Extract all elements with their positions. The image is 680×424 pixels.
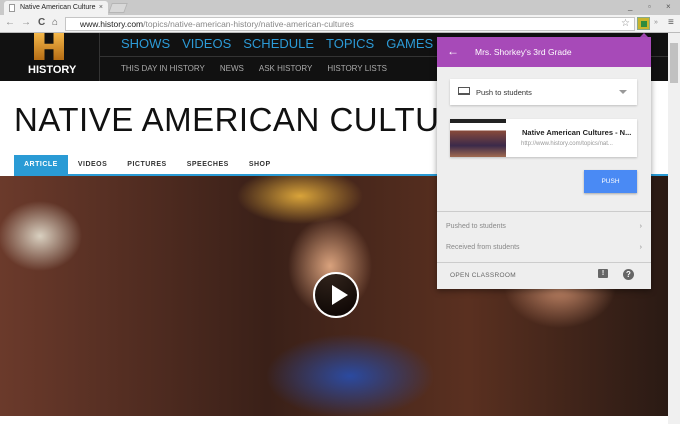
divider xyxy=(437,262,651,263)
star-icon[interactable]: ☆ xyxy=(621,18,630,29)
minimize-button[interactable]: _ xyxy=(628,2,632,11)
play-button[interactable] xyxy=(313,272,359,318)
card-url: http://www.history.com/topics/nat... xyxy=(521,141,613,147)
nav-schedule[interactable]: SCHEDULE xyxy=(243,36,314,51)
pushed-to-students-link[interactable]: Pushed to students › xyxy=(446,223,642,230)
main-nav: SHOWS VIDEOS SCHEDULE TOPICS GAMES xyxy=(121,36,445,51)
open-classroom-link[interactable]: OPEN CLASSROOM xyxy=(450,272,516,279)
tab-strip: Native American Culture × _ ▫ × xyxy=(0,0,680,15)
class-name: Mrs. Shorkey's 3rd Grade xyxy=(475,47,572,57)
action-select-value: Push to students xyxy=(476,88,532,97)
nav-history-lists[interactable]: HISTORY LISTS xyxy=(327,64,387,73)
feedback-icon[interactable]: ! xyxy=(598,269,608,278)
nav-games[interactable]: GAMES xyxy=(386,36,433,51)
tab-videos[interactable]: VIDEOS xyxy=(68,155,117,175)
nav-news[interactable]: NEWS xyxy=(220,64,244,73)
action-select[interactable]: Push to students xyxy=(450,79,637,105)
tab-speeches[interactable]: SPEECHES xyxy=(177,155,239,175)
restore-button[interactable]: ▫ xyxy=(648,2,651,11)
history-logo[interactable]: HISTORY xyxy=(0,33,100,81)
dropdown-arrow-icon xyxy=(619,90,627,94)
nav-this-day[interactable]: THIS DAY IN HISTORY xyxy=(121,64,205,73)
play-icon xyxy=(332,285,348,305)
logo-text: HISTORY xyxy=(28,64,77,76)
link-label: Pushed to students xyxy=(446,223,506,230)
content-tabs: ARTICLE VIDEOS PICTURES SPEECHES SHOP xyxy=(14,155,281,175)
push-button[interactable]: PUSH xyxy=(584,170,637,193)
page-thumbnail xyxy=(450,119,506,157)
nav-topics[interactable]: TOPICS xyxy=(326,36,374,51)
url-path: /topics/native-american-history/native-a… xyxy=(143,19,354,29)
tab-article[interactable]: ARTICLE xyxy=(14,155,68,175)
popup-header: ← Mrs. Shorkey's 3rd Grade xyxy=(437,37,651,67)
laptop-icon xyxy=(458,87,470,95)
browser-toolbar: ← → C ⌂ www.history.com/topics/native-am… xyxy=(0,15,680,33)
close-tab-icon[interactable]: × xyxy=(99,4,103,11)
browser-tab[interactable]: Native American Culture × xyxy=(4,1,108,15)
link-label: Received from students xyxy=(446,244,520,251)
card-title: Native American Cultures - N... xyxy=(522,128,632,137)
more-extensions-icon[interactable]: » xyxy=(654,19,658,26)
nav-videos[interactable]: VIDEOS xyxy=(182,36,231,51)
nav-shows[interactable]: SHOWS xyxy=(121,36,170,51)
reload-button[interactable]: C xyxy=(38,17,45,28)
received-from-students-link[interactable]: Received from students › xyxy=(446,244,642,251)
home-button[interactable]: ⌂ xyxy=(52,17,58,28)
back-arrow-icon[interactable]: ← xyxy=(447,44,459,58)
chevron-right-icon: › xyxy=(639,244,642,251)
new-tab-button[interactable] xyxy=(108,3,128,13)
address-bar[interactable]: www.history.com/topics/native-american-h… xyxy=(65,17,635,31)
forward-button[interactable]: → xyxy=(21,17,31,28)
tab-title: Native American Culture xyxy=(20,4,96,11)
back-button[interactable]: ← xyxy=(5,17,15,28)
close-window-button[interactable]: × xyxy=(666,2,671,11)
page-preview-card: Native American Cultures - N... http://w… xyxy=(450,119,637,157)
tab-pictures[interactable]: PICTURES xyxy=(117,155,176,175)
page-title: NATIVE AMERICAN CULTURES xyxy=(14,101,509,138)
page-bottom xyxy=(0,416,668,424)
chevron-right-icon: › xyxy=(639,223,642,230)
scrollbar-thumb[interactable] xyxy=(670,43,678,83)
sub-nav: THIS DAY IN HISTORY NEWS ASK HISTORY HISTOR… xyxy=(121,64,402,73)
share-to-classroom-popup: ← Mrs. Shorkey's 3rd Grade Push to stude… xyxy=(437,37,651,289)
page-icon xyxy=(9,4,15,12)
url-domain: www.history.com xyxy=(80,19,144,29)
classroom-extension-icon[interactable] xyxy=(637,17,650,30)
menu-icon[interactable]: ≡ xyxy=(668,17,674,28)
scrollbar[interactable] xyxy=(668,33,680,424)
help-icon[interactable]: ? xyxy=(623,269,634,280)
tab-shop[interactable]: SHOP xyxy=(239,155,281,175)
divider xyxy=(437,211,651,212)
nav-ask-history[interactable]: ASK HISTORY xyxy=(259,64,313,73)
